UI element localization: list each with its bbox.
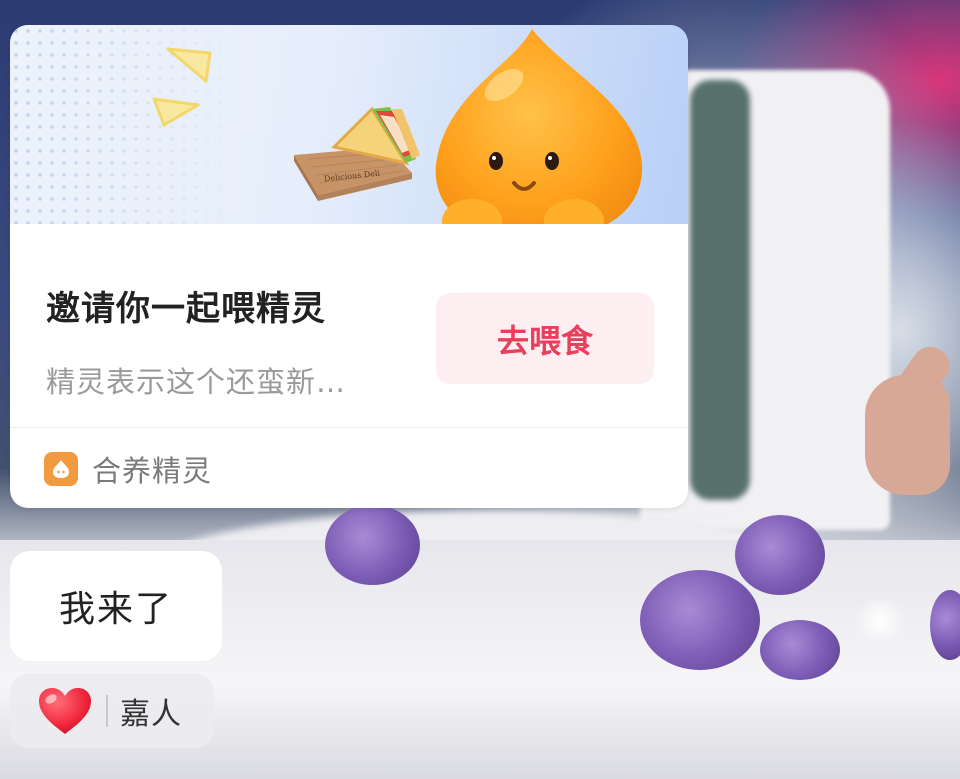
card-title: 邀请你一起喂精灵: [46, 289, 326, 329]
card-source[interactable]: 合养精灵: [44, 449, 212, 489]
go-feed-button[interactable]: 去喂食: [436, 293, 654, 384]
sparkle-icon: [152, 97, 200, 127]
app-name: 合养精灵: [92, 454, 213, 488]
reaction-separator: [106, 695, 108, 727]
sparkle-icon: [166, 47, 212, 83]
sandwich-icon: Delicious Deli: [294, 106, 420, 201]
card-banner: Delicious Deli: [10, 25, 688, 224]
divider: [10, 427, 688, 428]
app-logo-icon: [44, 452, 78, 486]
feed-invite-card[interactable]: Delicious Deli 邀请你一起喂精灵 精灵表示这个还蛮新… 去喂食 合…: [10, 25, 688, 508]
heart-icon: [36, 674, 94, 748]
orange-drop-mascot: [435, 29, 643, 224]
reaction-user-name: 嘉人: [120, 697, 182, 732]
chat-message-bubble[interactable]: 我来了: [10, 551, 222, 661]
reaction-chip[interactable]: 嘉人: [10, 674, 214, 748]
card-subtitle: 精灵表示这个还蛮新…: [46, 365, 347, 399]
